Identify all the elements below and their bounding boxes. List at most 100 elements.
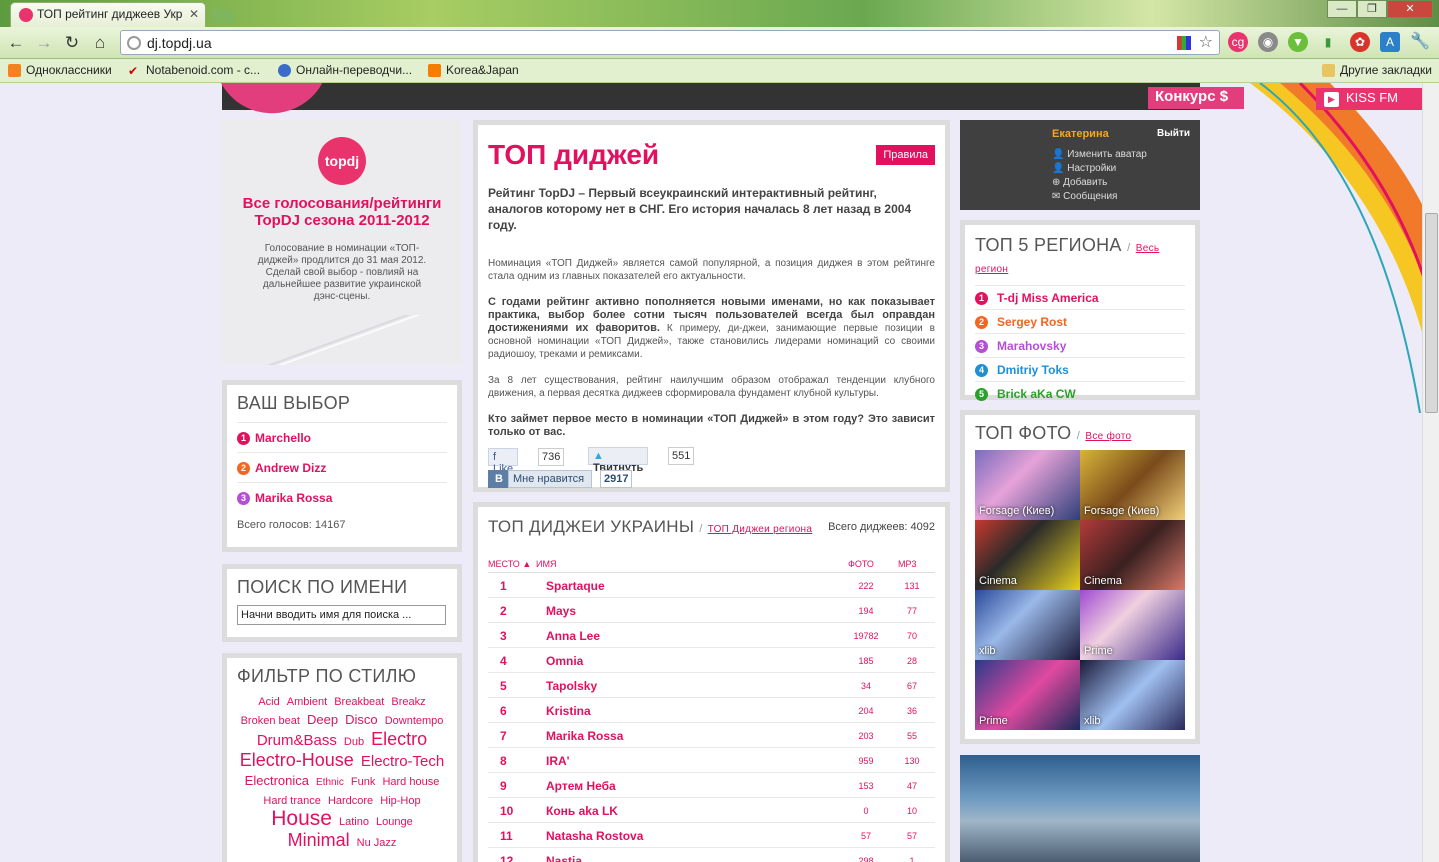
featured-photo[interactable]	[960, 755, 1200, 862]
rules-button[interactable]: Правила	[876, 145, 935, 165]
mp3-header[interactable]: MP3	[898, 559, 917, 569]
dj-name[interactable]: Marika Rossa	[546, 729, 623, 743]
top5-item[interactable]: 5 Brick aKa CW	[975, 382, 1185, 406]
dj-mp3-count[interactable]: 10	[892, 806, 932, 816]
name-header[interactable]: ИМЯ	[536, 559, 556, 569]
style-tag[interactable]: Funk	[351, 776, 375, 788]
promo-title[interactable]: Все голосования/рейтинги TopDJ сезона 20…	[222, 195, 462, 229]
table-row[interactable]: 4 Omnia 185 28	[488, 648, 935, 673]
messages-link[interactable]: ✉ Сообщения	[1052, 190, 1147, 204]
browser-tab[interactable]: ТОП рейтинг диджеев Укр ✕	[10, 2, 206, 27]
photo-header[interactable]: ФОТО	[848, 559, 874, 569]
photo-thumbnail[interactable]: Prime	[975, 660, 1080, 730]
reload-icon[interactable]: ↻	[61, 32, 83, 54]
address-bar[interactable]: dj.topdj.ua ☆	[120, 30, 1220, 55]
table-row[interactable]: 8 IRA' 959 130	[488, 748, 935, 773]
sort-place-header[interactable]: МЕСТО ▲	[488, 559, 531, 569]
dj-name[interactable]: Omnia	[546, 654, 583, 668]
dj-mp3-count[interactable]: 77	[892, 606, 932, 616]
style-tag[interactable]: Ambient	[287, 696, 327, 708]
dj-mp3-count[interactable]: 47	[892, 781, 932, 791]
table-row[interactable]: 6 Kristina 204 36	[488, 698, 935, 723]
add-link[interactable]: ⊕ Добавить	[1052, 176, 1147, 190]
extension-download-icon[interactable]: ▼	[1288, 32, 1308, 52]
table-row[interactable]: 10 Конь aka LK 0 10	[488, 798, 935, 823]
bookmark-star-icon[interactable]: ☆	[1199, 32, 1213, 52]
new-tab-button[interactable]	[209, 9, 237, 23]
dj-mp3-count[interactable]: 130	[892, 756, 932, 766]
user-name[interactable]: Екатерина	[1052, 128, 1109, 140]
style-tag[interactable]: Acid	[258, 696, 279, 708]
style-tag[interactable]: Latino	[339, 816, 369, 828]
dj-name[interactable]: Natasha Rostova	[546, 829, 643, 843]
facebook-like-button[interactable]: f Like	[488, 448, 519, 475]
table-row[interactable]: 5 Tapolsky 34 67	[488, 673, 935, 698]
photo-thumbnail[interactable]: Forsage (Киев)	[1080, 450, 1185, 520]
other-bookmarks[interactable]: Другие закладки	[1322, 63, 1432, 77]
dj-name[interactable]: Spartaque	[546, 579, 605, 593]
style-tag[interactable]: Electro-House	[240, 750, 354, 770]
dj-name[interactable]: Nastia	[546, 854, 582, 862]
scrollbar-thumb[interactable]	[1425, 213, 1438, 413]
table-row[interactable]: 7 Marika Rossa 203 55	[488, 723, 935, 748]
table-row[interactable]: 2 Mays 194 77	[488, 598, 935, 623]
vk-icon[interactable]: B	[488, 470, 508, 488]
dj-photo-count[interactable]: 185	[846, 656, 886, 666]
bookmark-item[interactable]: Онлайн-переводчи...	[278, 63, 412, 77]
dj-photo-count[interactable]: 298	[846, 856, 886, 862]
dj-name[interactable]: Артем Неба	[546, 779, 616, 793]
extension-paw-icon[interactable]: ✿	[1350, 32, 1370, 52]
dj-name[interactable]: IRA'	[546, 754, 570, 768]
style-tag[interactable]: Broken beat	[241, 715, 300, 727]
style-tag[interactable]: Lounge	[376, 816, 413, 828]
bookmark-item[interactable]: Одноклассники	[8, 63, 112, 77]
change-avatar-link[interactable]: 👤 Изменить аватар	[1052, 148, 1147, 162]
back-icon[interactable]: ←	[5, 32, 27, 54]
style-tag[interactable]: Electro	[371, 729, 427, 749]
dj-name[interactable]: Anna Lee	[546, 629, 600, 643]
choice-item[interactable]: 3 Marika Rossa	[237, 483, 447, 513]
top5-item[interactable]: 4 Dmitriy Toks	[975, 358, 1185, 382]
dj-photo-count[interactable]: 19782	[846, 631, 886, 641]
table-row[interactable]: 3 Anna Lee 19782 70	[488, 623, 935, 648]
photo-thumbnail[interactable]: Forsage (Киев)	[975, 450, 1080, 520]
style-tag[interactable]: Deep	[307, 712, 338, 727]
style-tag[interactable]: Electronica	[245, 773, 309, 788]
table-row[interactable]: 1 Spartaque 222 131	[488, 573, 935, 598]
page-scrollbar[interactable]	[1422, 83, 1439, 862]
choice-item[interactable]: 1 Marchello	[237, 423, 447, 453]
style-tag[interactable]: Downtempo	[385, 715, 444, 727]
dj-mp3-count[interactable]: 55	[892, 731, 932, 741]
dj-name[interactable]: Конь aka LK	[546, 804, 618, 818]
style-tag[interactable]: Electro-Tech	[361, 753, 444, 770]
maximize-button[interactable]: ❐	[1357, 0, 1387, 18]
style-tag[interactable]: Drum&Bass	[257, 732, 337, 749]
dj-photo-count[interactable]: 204	[846, 706, 886, 716]
dj-mp3-count[interactable]: 131	[892, 581, 932, 591]
style-tag[interactable]: House	[271, 807, 332, 830]
style-tag[interactable]: Hard house	[382, 776, 439, 788]
dj-mp3-count[interactable]: 36	[892, 706, 932, 716]
topdj-logo[interactable]: topdj	[318, 137, 366, 185]
dj-photo-count[interactable]: 0	[846, 806, 886, 816]
style-tag[interactable]: Ethnic	[316, 777, 344, 788]
top5-item[interactable]: 2 Sergey Rost	[975, 310, 1185, 334]
dj-name[interactable]: Mays	[546, 604, 576, 618]
top5-item[interactable]: 1 T-dj Miss America	[975, 286, 1185, 310]
style-tag[interactable]: Dub	[344, 736, 364, 748]
wrench-icon[interactable]: 🔧	[1410, 32, 1430, 52]
dj-mp3-count[interactable]: 70	[892, 631, 932, 641]
extension-translate-icon[interactable]: A	[1380, 32, 1400, 52]
bookmark-item[interactable]: ✔ Notabenoid.com - с...	[128, 63, 260, 78]
dj-mp3-count[interactable]: 57	[892, 831, 932, 841]
style-tag[interactable]: Disco	[345, 712, 378, 727]
dj-name[interactable]: Kristina	[546, 704, 591, 718]
choice-item[interactable]: 2 Andrew Dizz	[237, 453, 447, 483]
konkurs-banner[interactable]: Конкурс $	[1148, 87, 1244, 109]
style-tag[interactable]: Hardcore	[328, 795, 373, 807]
kissfm-button[interactable]: ▶ KISS FM	[1316, 88, 1422, 110]
style-tag[interactable]: Breakz	[391, 696, 425, 708]
dj-photo-count[interactable]: 34	[846, 681, 886, 691]
logout-link[interactable]: Выйти	[1157, 128, 1190, 139]
photo-thumbnail[interactable]: Cinema	[1080, 520, 1185, 590]
